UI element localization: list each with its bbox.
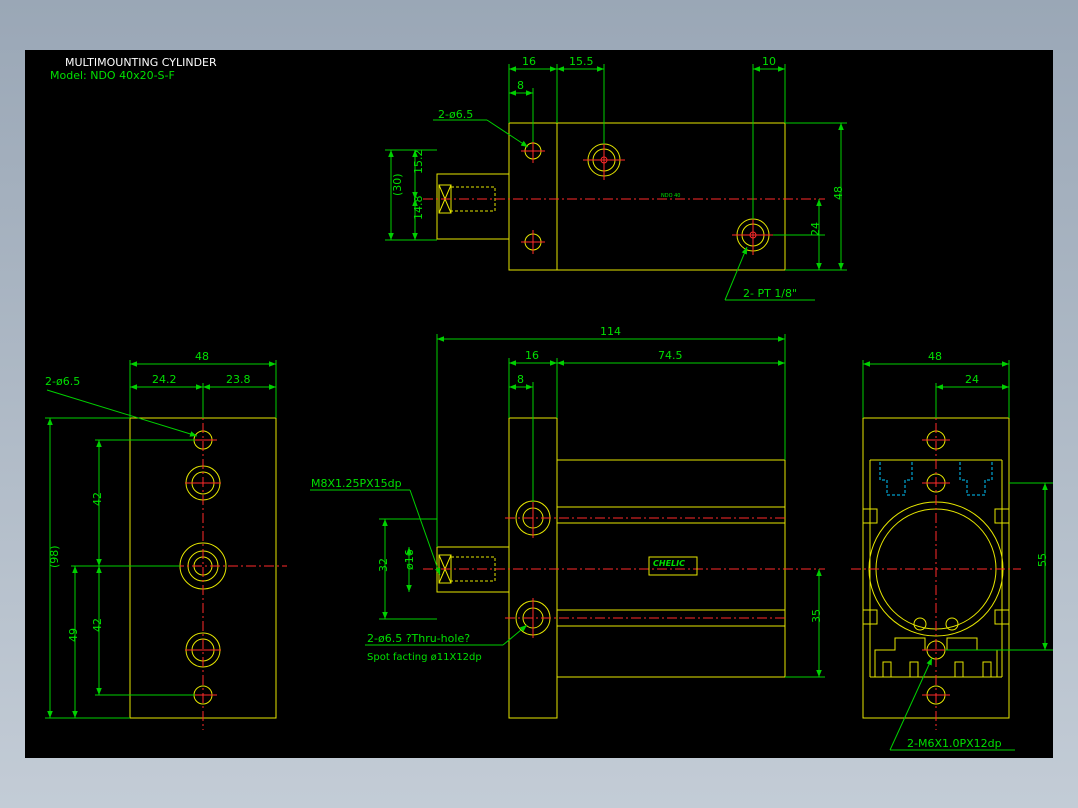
front-dim-114: 114	[600, 325, 621, 338]
front-dim-35: 35	[810, 609, 823, 623]
front-dim-8: 8	[517, 373, 524, 386]
drawing-canvas: MULTIMOUNTING CYLINDER Model: NDO 40x20-…	[25, 50, 1053, 758]
top-dim-24: 24	[809, 222, 822, 236]
title-block: MULTIMOUNTING CYLINDER Model: NDO 40x20-…	[50, 56, 217, 82]
front-hole-note-2: Spot facting ø11X12dp	[367, 652, 482, 663]
top-hole-note: 2-ø6.5	[438, 108, 473, 121]
svg-text:NDO 40: NDO 40	[661, 193, 680, 199]
right-dim-48: 48	[928, 350, 942, 363]
title-line-1: MULTIMOUNTING CYLINDER	[65, 56, 217, 69]
right-dim-55: 55	[1036, 553, 1049, 567]
top-dim-15-2: 15.2	[412, 150, 425, 175]
top-dim-8: 8	[517, 79, 524, 92]
left-dim-42-top: 42	[91, 492, 104, 506]
front-view: CHELIC 114 16 74.5 8 M8X1.25PX15dp 32 ø1…	[310, 325, 825, 719]
left-dim-24-2: 24.2	[152, 373, 177, 386]
right-dim-24: 24	[965, 373, 979, 386]
front-hole-note-1: 2-ø6.5 ?Thru-hole?	[367, 632, 470, 645]
left-dim-23-8: 23.8	[226, 373, 251, 386]
cad-drawing: MULTIMOUNTING CYLINDER Model: NDO 40x20-…	[45, 55, 1053, 751]
top-view: NDO 40 16 15.5 10 8 2-ø6.5 48 24 (30) 15…	[385, 55, 847, 301]
left-dim-49: 49	[67, 628, 80, 642]
front-dim-32: 32	[377, 558, 390, 572]
left-view: 48 24.2 23.8 2-ø6.5 42 42 (98) 49	[45, 350, 287, 730]
top-dim-15-5: 15.5	[569, 55, 594, 68]
left-dim-48: 48	[195, 350, 209, 363]
brand-label-text: CHELIC	[653, 559, 685, 568]
left-dim-42-bottom: 42	[91, 618, 104, 632]
left-hole-note: 2-ø6.5	[45, 375, 80, 388]
title-line-2: Model: NDO 40x20-S-F	[50, 69, 175, 82]
front-dim-74-5: 74.5	[658, 349, 683, 362]
top-dim-48: 48	[832, 186, 845, 200]
top-dim-14-8: 14.8	[412, 196, 425, 221]
right-thread-note: 2-M6X1.0PX12dp	[907, 737, 1002, 750]
left-dim-98: (98)	[48, 545, 61, 568]
top-port-note: 2- PT 1/8"	[743, 287, 797, 300]
right-view: 48 24 55 2-M6X1.0PX12dp	[851, 350, 1053, 751]
front-thread-note: M8X1.25PX15dp	[311, 477, 402, 490]
top-dim-30: (30)	[391, 173, 404, 196]
front-dim-16-dia: ø16	[403, 549, 416, 570]
top-dim-16: 16	[522, 55, 536, 68]
front-dim-16: 16	[525, 349, 539, 362]
top-dim-10: 10	[762, 55, 776, 68]
